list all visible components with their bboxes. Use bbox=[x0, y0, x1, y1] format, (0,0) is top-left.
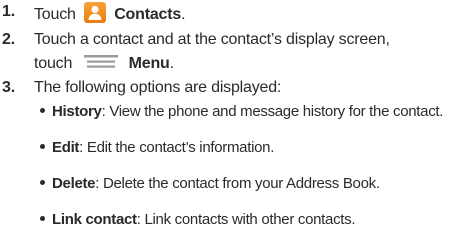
option-term: History bbox=[52, 103, 102, 120]
step-1-post: . bbox=[181, 6, 186, 23]
option-desc: : Edit the contact’s information. bbox=[79, 139, 275, 156]
bullet-icon bbox=[40, 180, 45, 185]
step-text: Touch Contacts. bbox=[34, 2, 186, 25]
bullet-icon bbox=[40, 216, 45, 221]
menu-icon bbox=[84, 55, 119, 69]
step-3-text: The following options are displayed: bbox=[34, 79, 282, 96]
option-term: Delete bbox=[52, 175, 96, 192]
instructions-page: 1. Touch Contacts. 2. Touch a contact an… bbox=[0, 0, 466, 244]
step-2-line-1: Touch a contact and at the contact’s dis… bbox=[34, 31, 390, 48]
option-desc: : View the phone and message history for… bbox=[101, 103, 444, 120]
contacts-label: Contacts bbox=[114, 6, 182, 23]
step-1-pre: Touch bbox=[34, 6, 76, 23]
option-desc: : Delete the contact from your Address B… bbox=[95, 175, 380, 192]
list-item: Delete: Delete the contact from your Add… bbox=[40, 174, 380, 194]
step-2-line-2: touch Menu. bbox=[34, 54, 174, 74]
step-2-pre: touch bbox=[34, 55, 73, 72]
bullet-icon bbox=[40, 144, 45, 149]
menu-label: Menu bbox=[128, 55, 170, 72]
list-item: History: View the phone and message hist… bbox=[40, 102, 443, 122]
contacts-icon bbox=[83, 2, 106, 23]
step-number: 3. bbox=[2, 79, 15, 96]
list-item: Link contact: Link contacts with other c… bbox=[40, 210, 356, 230]
option-desc: : Link contacts with other contacts. bbox=[136, 211, 356, 228]
step-2-post: . bbox=[169, 55, 174, 72]
list-item: Edit: Edit the contact’s information. bbox=[40, 138, 274, 158]
step-number: 1. bbox=[2, 3, 15, 20]
step-number: 2. bbox=[2, 31, 15, 48]
option-term: Edit bbox=[52, 139, 80, 156]
option-term: Link contact bbox=[52, 211, 137, 228]
bullet-icon bbox=[40, 108, 45, 113]
